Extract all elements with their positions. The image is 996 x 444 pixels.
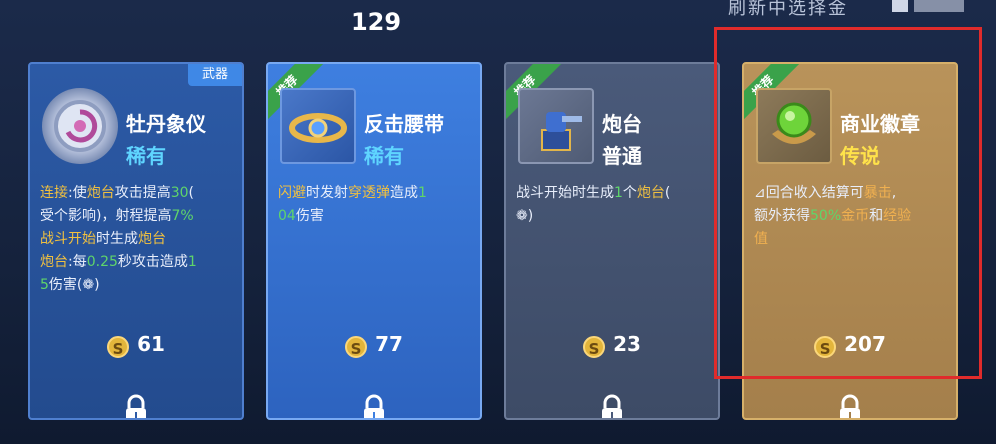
description-segment: 金币 [841, 208, 870, 224]
description-segment: ( [188, 185, 195, 201]
item-rarity: 传说 [840, 144, 880, 168]
business-badge-icon [756, 88, 832, 164]
lock-icon[interactable] [356, 394, 392, 420]
description-segment: ) [94, 277, 100, 293]
description-line: 额外获得50%金币和经验 [754, 205, 952, 228]
description-segment: 炮台 [86, 185, 115, 201]
item-price: S 77 [268, 332, 480, 358]
price-value: 61 [137, 332, 165, 356]
description-segment: ❁ [82, 277, 95, 293]
description-line: 战斗开始时生成炮台 [40, 228, 238, 251]
top-count: 129 [350, 8, 402, 36]
coin-icon: S [583, 336, 606, 358]
item-name: 商业徽章 [840, 112, 920, 136]
counter-belt-icon [280, 88, 356, 164]
price-value: 23 [613, 332, 641, 356]
description-segment: 1 [187, 254, 197, 270]
item-card-1[interactable]: 武器 牡丹象仪 稀有 连接:使炮台攻击提高30(受个影响)，射程提高7% 战斗开始… [28, 62, 244, 420]
description-segment: 暴击 [863, 185, 892, 201]
item-description: ⊿回合收入结算可暴击, 额外获得50%金币和经验值 [754, 182, 952, 251]
description-segment: 炮台 [636, 185, 665, 201]
description-segment: 伤害( [48, 277, 83, 293]
item-rarity: 普通 [602, 144, 642, 168]
item-name: 炮台 [602, 112, 642, 136]
description-segment: 5 [40, 277, 49, 293]
description-segment: 0.25 [86, 254, 118, 270]
weapon-tag: 武器 [188, 64, 242, 86]
item-description: 战斗开始时生成1个炮台(❁) [516, 182, 714, 228]
description-segment: 炮台 [40, 254, 68, 270]
description-segment: 战斗开始时生成 [516, 185, 614, 201]
description-segment: 7% [171, 208, 194, 224]
item-name: 反击腰带 [364, 112, 444, 136]
item-card-3[interactable]: 推荐 炮台 普通 战斗开始时生成1个炮台(❁) S 23 [504, 62, 720, 420]
item-card-2[interactable]: 推荐 反击腰带 稀有 闪避时发射穿透弹造成1 04伤害 S 77 [266, 62, 482, 420]
description-segment: ( [664, 185, 671, 201]
description-line: ❁) [516, 205, 714, 228]
turret-icon [518, 88, 594, 164]
coin-icon: S [345, 336, 368, 358]
top-hint: 刷新中选择金 [728, 0, 848, 19]
watch-icon [892, 0, 964, 12]
description-segment: 秒攻击造成 [117, 254, 188, 270]
description-segment: :使 [68, 185, 87, 201]
description-segment: 回合收入结算可 [765, 185, 864, 201]
description-segment: 1 [418, 185, 427, 201]
description-segment: ) [527, 208, 534, 224]
description-line: 受个影响)，射程提高7% [40, 205, 238, 228]
item-rarity: 稀有 [364, 144, 404, 168]
description-segment: 1 [614, 185, 623, 201]
description-line: 闪避时发射穿透弹造成1 [278, 182, 476, 205]
peony-astrolabe-icon [42, 88, 118, 164]
description-line: 炮台:每0.25秒攻击造成1 [40, 251, 238, 274]
description-line: 04伤害 [278, 205, 476, 228]
coin-icon: S [814, 336, 837, 358]
description-segment: 攻击提高 [114, 185, 171, 201]
item-price: S 207 [744, 332, 956, 358]
description-segment: 值 [754, 231, 768, 247]
description-segment: 额外获得 [754, 208, 810, 224]
description-line: 连接:使炮台攻击提高30( [40, 182, 238, 205]
description-segment: 穿透弹 [348, 185, 390, 201]
description-segment: 造成 [390, 185, 418, 201]
item-price: S 61 [30, 332, 242, 358]
description-segment: ⊿ [754, 185, 766, 201]
description-segment: , [891, 185, 897, 201]
description-segment: 伤害 [295, 208, 324, 224]
lock-icon[interactable] [594, 394, 630, 420]
lock-icon[interactable] [118, 394, 154, 420]
description-segment: :每 [68, 254, 87, 270]
description-segment: 闪避 [278, 185, 306, 201]
item-description: 闪避时发射穿透弹造成1 04伤害 [278, 182, 476, 228]
item-price: S 23 [506, 332, 718, 358]
lock-icon[interactable] [832, 394, 868, 420]
item-name: 牡丹象仪 [126, 112, 206, 136]
item-rarity: 稀有 [126, 144, 166, 168]
description-segment: 个 [622, 185, 637, 201]
description-segment: 连接 [40, 185, 68, 201]
description-line: ⊿回合收入结算可暴击, [754, 182, 952, 205]
item-description: 连接:使炮台攻击提高30(受个影响)，射程提高7% 战斗开始时生成炮台 炮台:每0.… [40, 182, 238, 297]
price-value: 207 [844, 332, 886, 356]
price-value: 77 [375, 332, 403, 356]
description-segment: 经验 [883, 208, 912, 224]
description-segment: 30 [170, 185, 189, 201]
description-line: 5伤害(❁) [40, 274, 238, 297]
coin-icon: S [107, 336, 130, 358]
item-card-4[interactable]: 推荐 商业徽章 传说 ⊿回合收入结算可暴击, 额外获得50%金币和经验值 S 207 [742, 62, 958, 420]
description-segment: 受个影响)，射程提高 [40, 208, 172, 224]
description-line: 战斗开始时生成1个炮台( [516, 182, 714, 205]
description-line: 值 [754, 228, 952, 251]
description-segment: 和 [869, 208, 884, 224]
description-segment: ❁ [516, 208, 528, 224]
description-segment: 时发射 [306, 185, 348, 201]
description-segment: 时生成 [96, 231, 138, 247]
description-segment: 炮台 [138, 231, 166, 247]
description-segment: 战斗开始 [40, 231, 96, 247]
description-segment: 04 [278, 208, 296, 224]
description-segment: 50% [810, 208, 842, 224]
